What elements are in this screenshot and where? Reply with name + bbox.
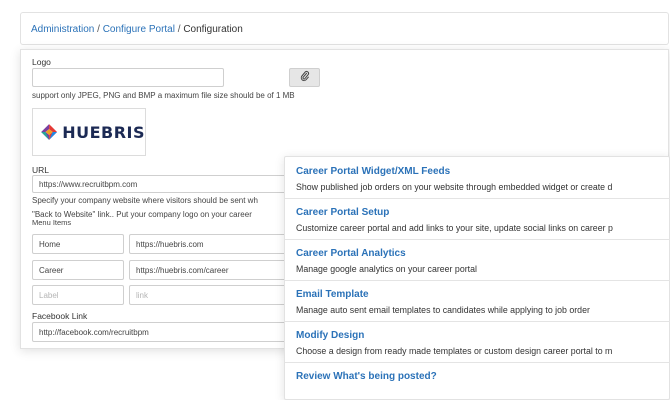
breadcrumb-administration-link[interactable]: Administration	[31, 24, 94, 35]
logo-file-input[interactable]	[32, 68, 224, 87]
menu-divider	[285, 321, 670, 322]
menu-item-review-posted[interactable]: Review What's being posted?	[296, 371, 670, 382]
company-logo: HUEBRIS	[32, 108, 146, 156]
logo-label: Logo	[32, 57, 51, 67]
attach-file-button[interactable]	[289, 68, 320, 87]
career-portal-menu-popup: Career Portal Widget/XML Feeds Show publ…	[284, 156, 670, 400]
breadcrumb-separator: /	[94, 24, 103, 35]
menu-item-title[interactable]: Modify Design	[296, 330, 670, 341]
menu-item-description: Customize career portal and add links to…	[296, 223, 613, 233]
url-label: URL	[32, 165, 50, 175]
menu-item-description: Manage auto sent email templates to cand…	[296, 305, 590, 315]
breadcrumb: Administration / Configure Portal / Conf…	[31, 24, 243, 35]
menu-item-title[interactable]: Career Portal Widget/XML Feeds	[296, 166, 670, 177]
breadcrumb-current: Configuration	[183, 24, 243, 35]
paperclip-icon	[300, 69, 310, 87]
menu-item-portal-analytics[interactable]: Career Portal Analytics Manage google an…	[296, 248, 670, 274]
url-help-text: Specify your company website where visit…	[32, 196, 258, 205]
menu-item-description: Manage google analytics on your career p…	[296, 264, 477, 274]
breadcrumb-bar: Administration / Configure Portal / Conf…	[20, 12, 669, 45]
menu-items-label: Menu Items	[32, 218, 72, 227]
url-input[interactable]: https://www.recruitbpm.com	[32, 175, 294, 193]
facebook-link-input[interactable]: http://facebook.com/recruitbpm	[32, 322, 294, 342]
breadcrumb-configure-portal-link[interactable]: Configure Portal	[103, 24, 175, 35]
menu-link-input-home[interactable]: https://huebris.com	[129, 234, 299, 254]
menu-item-title[interactable]: Review What's being posted?	[296, 371, 670, 382]
menu-item-title[interactable]: Email Template	[296, 289, 670, 300]
huebris-logo-mark	[41, 124, 58, 140]
menu-item-modify-design[interactable]: Modify Design Choose a design from ready…	[296, 330, 670, 356]
menu-item-email-template[interactable]: Email Template Manage auto sent email te…	[296, 289, 670, 315]
menu-item-title[interactable]: Career Portal Analytics	[296, 248, 670, 259]
menu-item-description: Show published job orders on your websit…	[296, 182, 613, 192]
logo-support-note: support only JPEG, PNG and BMP a maximum…	[32, 91, 295, 100]
menu-label-input-career[interactable]: Career	[32, 260, 124, 280]
menu-link-input-new[interactable]: link	[129, 285, 299, 305]
menu-divider	[285, 239, 670, 240]
facebook-link-label: Facebook Link	[32, 311, 88, 321]
menu-divider	[285, 362, 670, 363]
menu-label-input-new[interactable]: Label	[32, 285, 124, 305]
menu-divider	[285, 280, 670, 281]
menu-item-widget-xml-feeds[interactable]: Career Portal Widget/XML Feeds Show publ…	[296, 166, 670, 192]
menu-link-input-career[interactable]: https://huebris.com/career	[129, 260, 299, 280]
menu-item-description: Choose a design from ready made template…	[296, 346, 613, 356]
menu-item-portal-setup[interactable]: Career Portal Setup Customize career por…	[296, 207, 670, 233]
menu-divider	[285, 198, 670, 199]
logo-wordmark: HUEBRIS	[62, 122, 145, 142]
menu-label-input-home[interactable]: Home	[32, 234, 124, 254]
menu-item-title[interactable]: Career Portal Setup	[296, 207, 670, 218]
